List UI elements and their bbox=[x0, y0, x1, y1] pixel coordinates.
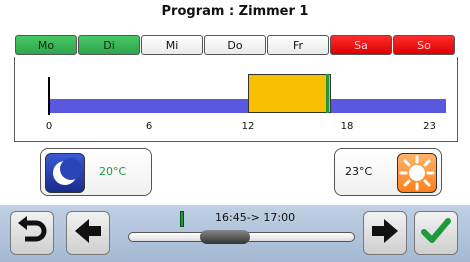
night-temperature-button[interactable]: 20°C bbox=[40, 148, 152, 196]
footer-toolbar: 16:45-> 17:00 bbox=[0, 205, 470, 262]
day-monday[interactable]: Mo bbox=[15, 35, 77, 55]
page-title: Program : Zimmer 1 bbox=[161, 4, 309, 19]
slider-thumb[interactable] bbox=[200, 230, 250, 244]
tick-label: 23 bbox=[423, 121, 436, 132]
day-wednesday[interactable]: Mi bbox=[141, 35, 203, 55]
arrow-right-icon bbox=[368, 214, 402, 252]
check-icon bbox=[419, 214, 453, 252]
time-cursor bbox=[326, 74, 330, 113]
tick-label: 12 bbox=[241, 121, 255, 132]
tick-label: 18 bbox=[340, 121, 354, 132]
back-icon bbox=[15, 214, 49, 252]
day-selector: Mo Di Mi Do Fr Sa So bbox=[15, 35, 455, 57]
day-friday[interactable]: Fr bbox=[267, 35, 329, 55]
time-slider[interactable] bbox=[128, 230, 355, 244]
tick-label: 6 bbox=[145, 121, 153, 132]
day-sunday[interactable]: So bbox=[393, 35, 455, 55]
time-range-label: 16:45-> 17:00 bbox=[215, 211, 296, 224]
active-period-block bbox=[248, 74, 331, 113]
arrow-left-icon bbox=[71, 214, 105, 252]
day-temperature-button[interactable]: 23°C bbox=[334, 148, 442, 196]
schedule-graph: 0 6 12 18 23 bbox=[14, 57, 458, 142]
back-button[interactable] bbox=[10, 211, 54, 255]
previous-button[interactable] bbox=[66, 211, 110, 255]
moon-icon bbox=[45, 153, 85, 193]
day-thursday[interactable]: Do bbox=[204, 35, 266, 55]
slider-position-marker bbox=[180, 211, 184, 227]
night-temperature-value: 20°C bbox=[99, 165, 127, 178]
day-saturday[interactable]: Sa bbox=[330, 35, 392, 55]
next-button[interactable] bbox=[363, 211, 407, 255]
day-temperature-value: 23°C bbox=[345, 165, 373, 178]
sun-icon bbox=[397, 153, 437, 193]
confirm-button[interactable] bbox=[414, 211, 458, 255]
day-tuesday[interactable]: Di bbox=[78, 35, 140, 55]
tick-label: 0 bbox=[45, 121, 53, 132]
